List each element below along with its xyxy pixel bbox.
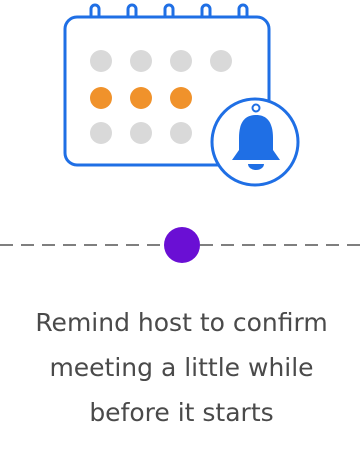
calendar-dot-highlighted	[170, 87, 192, 109]
calendar-ring-1	[89, 3, 101, 19]
caption-line-3: before it starts	[89, 398, 274, 427]
timeline	[0, 227, 363, 263]
calendar-ring-4	[200, 3, 212, 19]
calendar-dot	[90, 50, 112, 72]
caption-line-1: Remind host to confirm	[35, 308, 328, 337]
caption-line-2: meeting a little while	[49, 353, 314, 382]
calendar-dot	[90, 122, 112, 144]
step-caption: Remind host to confirm meeting a little …	[0, 300, 363, 435]
calendar-dot	[130, 122, 152, 144]
calendar-dot	[210, 50, 232, 72]
calendar-dot	[130, 50, 152, 72]
calendar-dot	[170, 50, 192, 72]
bell-badge	[210, 97, 300, 187]
timeline-node	[164, 227, 200, 263]
calendar-dot	[170, 122, 192, 144]
calendar-ring-5	[237, 3, 249, 19]
calendar-dot-highlighted	[90, 87, 112, 109]
calendar-ring-3	[163, 3, 175, 19]
calendar-dot-highlighted	[130, 87, 152, 109]
calendar-bell-illustration	[63, 3, 300, 187]
calendar-ring-2	[126, 3, 138, 19]
calendar-rings	[89, 3, 249, 19]
